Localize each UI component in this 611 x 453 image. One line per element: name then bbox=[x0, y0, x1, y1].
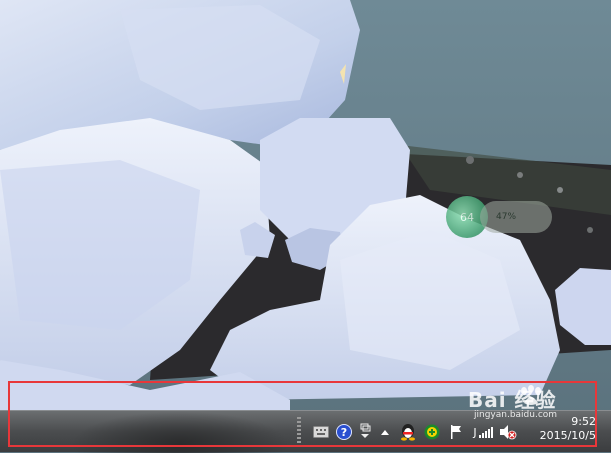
taskbar-program-area bbox=[70, 411, 290, 453]
gadget-value: 47% bbox=[496, 211, 517, 222]
qq-penguin-icon[interactable] bbox=[399, 423, 417, 441]
gadget-pill: 47% bbox=[480, 201, 552, 233]
help-icon[interactable]: ? bbox=[335, 423, 353, 441]
green-status-icon[interactable] bbox=[423, 423, 441, 441]
window-switch-icon[interactable] bbox=[356, 423, 374, 441]
desktop-gadget[interactable]: 64 47% bbox=[446, 196, 552, 238]
clock-time: 9:52 bbox=[571, 415, 596, 428]
show-hidden-icons-arrow[interactable] bbox=[376, 423, 394, 441]
taskbar-grip[interactable] bbox=[297, 417, 301, 447]
network-signal-icon[interactable] bbox=[477, 423, 495, 441]
clock-date: 2015/10/5 bbox=[539, 429, 596, 442]
action-center-flag-icon[interactable] bbox=[447, 423, 465, 441]
svg-text:?: ? bbox=[341, 426, 347, 439]
taskbar: ? J bbox=[0, 410, 611, 453]
volume-muted-icon[interactable] bbox=[499, 423, 517, 441]
keyboard-icon[interactable] bbox=[312, 423, 330, 441]
taskbar-clock[interactable]: 9:52 2015/10/5 bbox=[526, 415, 596, 443]
